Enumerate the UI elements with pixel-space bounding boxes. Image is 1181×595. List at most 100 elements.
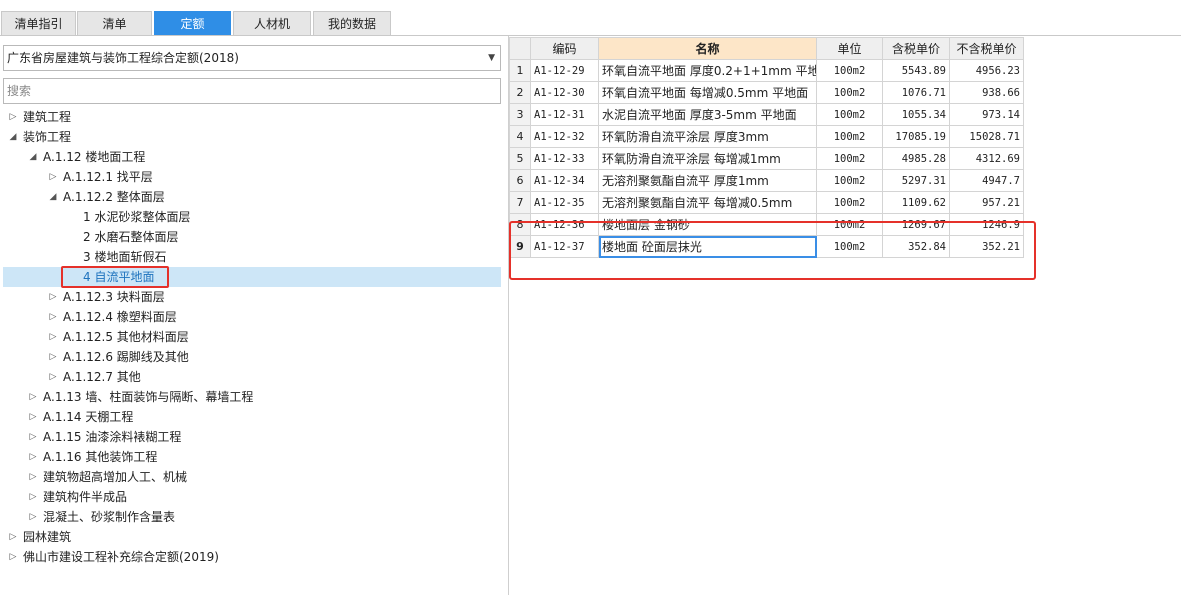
column-header-unit[interactable]: 单位 (816, 37, 883, 60)
price-notax-cell[interactable]: 938.66 (949, 81, 1024, 104)
table-row[interactable]: 4 A1-12-32 环氧防滑自流平涂层 厚度3mm 100m2 17085.19 150… (509, 125, 1024, 148)
price-notax-cell[interactable]: 957.21 (949, 191, 1024, 214)
triangle-right-icon[interactable]: ▷ (48, 167, 58, 187)
price-tax-cell[interactable]: 5543.89 (882, 59, 950, 82)
name-cell[interactable]: 环氧自流平地面 每增减0.5mm 平地面 (598, 81, 817, 104)
table-row[interactable]: 2 A1-12-30 环氧自流平地面 每增减0.5mm 平地面 100m2 1076.7… (509, 81, 1024, 104)
triangle-right-icon[interactable]: ▷ (48, 287, 58, 307)
table-row[interactable]: 6 A1-12-34 无溶剂聚氨酯自流平 厚度1mm 100m2 5297.31 4947… (509, 169, 1024, 192)
code-cell[interactable]: A1-12-31 (530, 103, 599, 126)
tree-item[interactable]: ▷ A.1.12.7 其他 (3, 367, 501, 387)
triangle-down-icon[interactable]: ◢ (48, 187, 58, 207)
tree-item[interactable]: ▷ A.1.12.5 其他材料面层 (3, 327, 501, 347)
tree-item[interactable]: ▷ 佛山市建设工程补充综合定额(2019) (3, 547, 501, 567)
code-cell[interactable]: A1-12-33 (530, 147, 599, 170)
price-tax-cell[interactable]: 1055.34 (882, 103, 950, 126)
tree-item[interactable]: ▷ 建筑物超高增加人工、机械 (3, 467, 501, 487)
tree-item[interactable]: ▷ A.1.13 墙、柱面装饰与隔断、幕墙工程 (3, 387, 501, 407)
triangle-right-icon[interactable]: ▷ (8, 527, 18, 547)
unit-cell[interactable]: 100m2 (816, 169, 883, 192)
tab-bill[interactable]: 清单 (77, 11, 152, 35)
quota-library-select[interactable]: 广东省房屋建筑与装饰工程综合定额(2018) ▼ (3, 45, 501, 71)
table-row[interactable]: 1 A1-12-29 环氧自流平地面 厚度0.2+1+1mm 平地面 100m2 554… (509, 59, 1024, 82)
tree-item[interactable]: 3 楼地面斩假石 (3, 247, 501, 267)
tree-item[interactable]: ▷ A.1.15 油漆涂料裱糊工程 (3, 427, 501, 447)
tab-labor-material-machine[interactable]: 人材机 (233, 11, 311, 35)
triangle-down-icon[interactable]: ◢ (8, 127, 18, 147)
code-cell[interactable]: A1-12-34 (530, 169, 599, 192)
price-tax-cell[interactable]: 1076.71 (882, 81, 950, 104)
unit-cell[interactable]: 100m2 (816, 213, 883, 236)
tree-item[interactable]: ▷ A.1.14 天棚工程 (3, 407, 501, 427)
name-cell[interactable]: 楼地面层 金钢砂 (598, 213, 817, 236)
unit-cell[interactable]: 100m2 (816, 81, 883, 104)
tree-item[interactable]: ◢ A.1.12.2 整体面层 (3, 187, 501, 207)
triangle-right-icon[interactable]: ▷ (28, 507, 38, 527)
row-index-cell[interactable]: 5 (509, 147, 531, 170)
unit-cell[interactable]: 100m2 (816, 235, 883, 258)
code-cell[interactable]: A1-12-35 (530, 191, 599, 214)
triangle-right-icon[interactable]: ▷ (28, 407, 38, 427)
price-notax-cell[interactable]: 4312.69 (949, 147, 1024, 170)
price-notax-cell[interactable]: 15028.71 (949, 125, 1024, 148)
tree-item[interactable]: ▷ A.1.12.3 块料面层 (3, 287, 501, 307)
name-cell[interactable]: 水泥自流平地面 厚度3-5mm 平地面 (598, 103, 817, 126)
tab-my-data[interactable]: 我的数据 (313, 11, 391, 35)
row-index-cell[interactable]: 8 (509, 213, 531, 236)
tree-item[interactable]: ◢ A.1.12 楼地面工程 (3, 147, 501, 167)
row-index-cell[interactable]: 9 (509, 235, 531, 258)
tab-quota[interactable]: 定额 (154, 11, 231, 35)
triangle-right-icon[interactable]: ▷ (28, 427, 38, 447)
row-index-cell[interactable]: 2 (509, 81, 531, 104)
triangle-right-icon[interactable]: ▷ (48, 307, 58, 327)
tree-item[interactable]: ▷ A.1.12.1 找平层 (3, 167, 501, 187)
tree-item[interactable]: 4 自流平地面 (3, 267, 501, 287)
triangle-right-icon[interactable]: ▷ (48, 327, 58, 347)
code-cell[interactable]: A1-12-36 (530, 213, 599, 236)
tree-item[interactable]: ▷ A.1.12.4 橡塑料面层 (3, 307, 501, 327)
price-tax-cell[interactable]: 5297.31 (882, 169, 950, 192)
triangle-right-icon[interactable]: ▷ (28, 467, 38, 487)
unit-cell[interactable]: 100m2 (816, 191, 883, 214)
tree-item[interactable]: ▷ 混凝土、砂浆制作含量表 (3, 507, 501, 527)
price-notax-cell[interactable]: 4956.23 (949, 59, 1024, 82)
name-cell[interactable]: 无溶剂聚氨酯自流平 每增减0.5mm (598, 191, 817, 214)
tree-item[interactable]: ▷ 建筑构件半成品 (3, 487, 501, 507)
tree-item[interactable]: 2 水磨石整体面层 (3, 227, 501, 247)
price-tax-cell[interactable]: 1109.62 (882, 191, 950, 214)
tree-item[interactable]: 1 水泥砂浆整体面层 (3, 207, 501, 227)
code-cell[interactable]: A1-12-30 (530, 81, 599, 104)
code-cell[interactable]: A1-12-37 (530, 235, 599, 258)
triangle-right-icon[interactable]: ▷ (28, 487, 38, 507)
dropdown-arrow-icon[interactable]: ▼ (488, 46, 495, 70)
name-cell[interactable]: 楼地面 砼面层抹光 (598, 235, 817, 258)
triangle-right-icon[interactable]: ▷ (8, 107, 18, 127)
search-input[interactable] (3, 78, 501, 104)
column-header-price-tax[interactable]: 含税单价 (882, 37, 950, 60)
table-row[interactable]: 7 A1-12-35 无溶剂聚氨酯自流平 每增减0.5mm 100m2 1109.62 9… (509, 191, 1024, 214)
unit-cell[interactable]: 100m2 (816, 147, 883, 170)
row-index-cell[interactable]: 3 (509, 103, 531, 126)
code-cell[interactable]: A1-12-29 (530, 59, 599, 82)
price-notax-cell[interactable]: 973.14 (949, 103, 1024, 126)
name-cell[interactable]: 无溶剂聚氨酯自流平 厚度1mm (598, 169, 817, 192)
triangle-down-icon[interactable]: ◢ (28, 147, 38, 167)
triangle-right-icon[interactable]: ▷ (28, 447, 38, 467)
row-index-cell[interactable]: 1 (509, 59, 531, 82)
triangle-right-icon[interactable]: ▷ (28, 387, 38, 407)
row-index-cell[interactable]: 6 (509, 169, 531, 192)
price-tax-cell[interactable]: 1269.67 (882, 213, 950, 236)
tab-list-guide[interactable]: 清单指引 (1, 11, 76, 35)
row-index-cell[interactable]: 7 (509, 191, 531, 214)
tree-item[interactable]: ◢ 装饰工程 (3, 127, 501, 147)
column-header-price-notax[interactable]: 不含税单价 (949, 37, 1024, 60)
tree-item[interactable]: ▷ 园林建筑 (3, 527, 501, 547)
unit-cell[interactable]: 100m2 (816, 59, 883, 82)
price-tax-cell[interactable]: 17085.19 (882, 125, 950, 148)
price-notax-cell[interactable]: 1246.9 (949, 213, 1024, 236)
table-row[interactable]: 8 A1-12-36 楼地面层 金钢砂 100m2 1269.67 1246.9 (509, 213, 1024, 236)
tree-item[interactable]: ▷ A.1.12.6 踢脚线及其他 (3, 347, 501, 367)
code-cell[interactable]: A1-12-32 (530, 125, 599, 148)
table-row[interactable]: 5 A1-12-33 环氧防滑自流平涂层 每增减1mm 100m2 4985.28 431… (509, 147, 1024, 170)
tree-item[interactable]: ▷ 建筑工程 (3, 107, 501, 127)
